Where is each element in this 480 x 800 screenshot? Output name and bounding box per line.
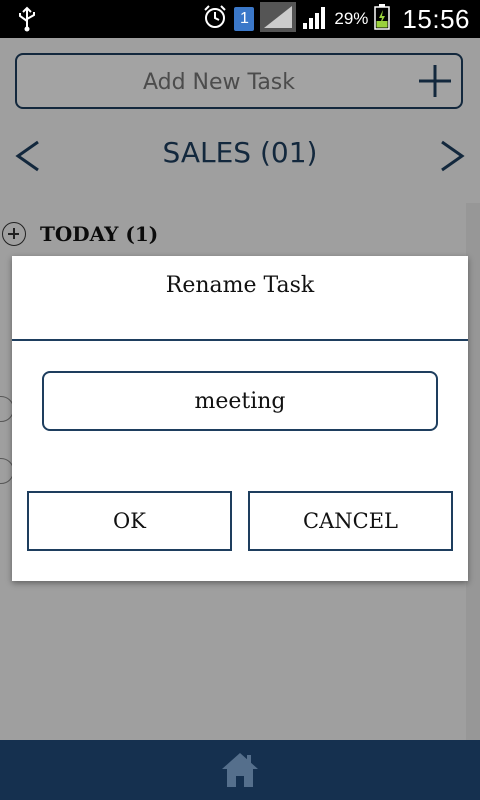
clock: 15:56 — [402, 3, 470, 34]
usb-icon — [16, 6, 38, 37]
sim-badge: 1 — [234, 7, 255, 31]
rename-dialog: Rename Task OK CANCEL — [12, 256, 468, 581]
dialog-title: Rename Task — [165, 273, 315, 298]
status-bar: 1 29% 15:56 — [0, 0, 480, 38]
cancel-button[interactable]: CANCEL — [248, 491, 453, 551]
rename-input[interactable] — [42, 371, 438, 431]
battery-percent: 29% — [334, 9, 369, 28]
battery-icon — [374, 3, 391, 35]
bottom-bar — [0, 740, 480, 800]
alarm-icon — [202, 4, 228, 35]
ok-button[interactable]: OK — [27, 491, 232, 551]
signal-icon — [260, 1, 297, 37]
dialog-divider — [12, 339, 468, 341]
home-icon[interactable] — [220, 750, 260, 795]
signal-strength-icon — [302, 5, 328, 34]
